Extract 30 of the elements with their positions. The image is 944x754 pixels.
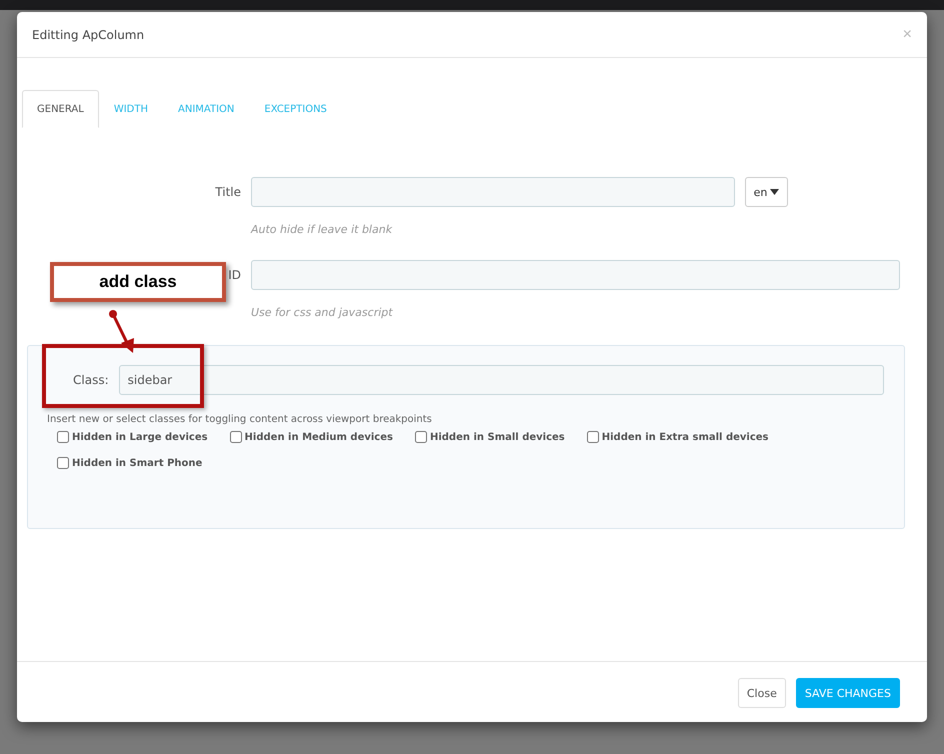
caret-icon — [770, 189, 780, 195]
save-button[interactable]: SAVE CHANGES — [796, 678, 900, 708]
dialog-title: Editting ApColumn — [32, 28, 144, 42]
tab[interactable]: WIDTH — [98, 90, 163, 128]
checkbox[interactable] — [586, 431, 599, 443]
title-field[interactable] — [251, 177, 735, 207]
checkbox-label: Hidden in Large devices — [72, 432, 208, 442]
id-field[interactable] — [251, 260, 900, 290]
language-dropdown[interactable]: en — [745, 177, 788, 207]
tab[interactable]: EXCEPTIONS — [249, 90, 342, 128]
checkbox-label: Hidden in Extra small devices — [602, 432, 769, 442]
field-hint: Use for css and javascript — [251, 306, 394, 319]
checkbox[interactable] — [57, 457, 69, 469]
annotation-callout: add class — [50, 262, 226, 302]
checkbox-label: Hidden in Smart Phone — [72, 458, 202, 468]
close-button[interactable]: × — [902, 26, 912, 44]
field-label: ID — [228, 268, 241, 282]
field-label: Class: — [73, 373, 109, 387]
class-field[interactable]: sidebar — [118, 365, 884, 395]
tab[interactable]: ANIMATION — [163, 90, 250, 128]
field-label: Title — [215, 185, 241, 199]
help-text: Insert new or select classes for toggling content across viewport breakpoints — [47, 414, 433, 425]
checkbox-label: Hidden in Small devices — [430, 432, 565, 442]
checkbox[interactable] — [230, 431, 242, 443]
field-hint: Auto hide if leave it blank — [251, 223, 394, 236]
checkbox[interactable] — [57, 431, 69, 443]
tab[interactable]: GENERAL — [22, 90, 99, 128]
close-button[interactable]: Close — [738, 678, 786, 708]
checkbox[interactable] — [414, 431, 427, 443]
checkbox-label: Hidden in Medium devices — [244, 432, 393, 442]
